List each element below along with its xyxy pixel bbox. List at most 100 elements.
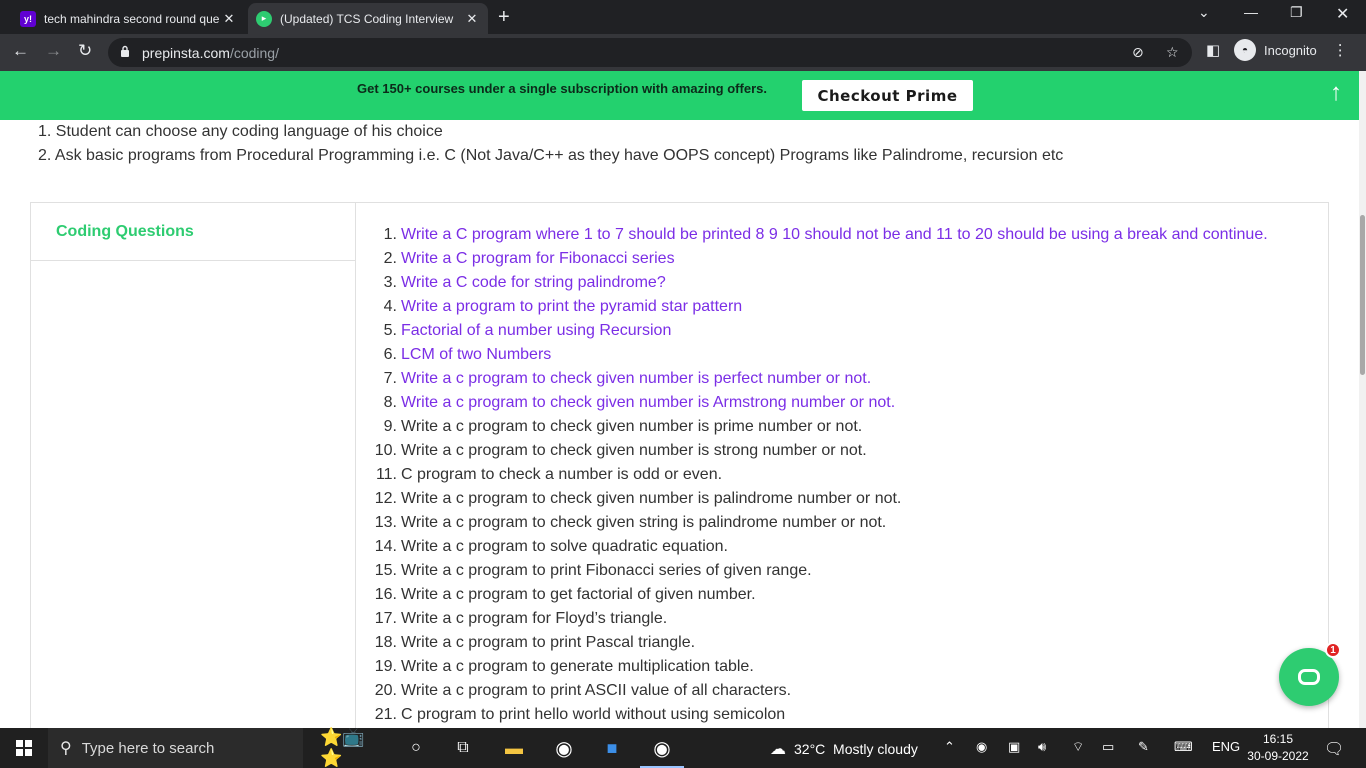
question-item: 13. Write a c program to check given stri… (371, 511, 1268, 535)
question-item[interactable]: 2. Write a C program for Fibonacci series (371, 247, 1268, 271)
window-close-icon[interactable]: ✕ (1336, 4, 1349, 24)
keyboard-icon[interactable]: ⌨ (1174, 739, 1193, 755)
question-number: 6. (383, 346, 397, 363)
question-number: 5. (383, 322, 397, 339)
question-link[interactable]: LCM of two Numbers (401, 343, 551, 367)
question-number: 14. (374, 538, 397, 555)
clock-time: 16:15 (1262, 732, 1294, 746)
new-tab-icon[interactable]: + (498, 6, 510, 29)
menu-kebab-icon[interactable]: ⋮ (1333, 41, 1348, 59)
question-number: 16. (374, 586, 397, 603)
close-tab-icon[interactable]: ✕ (464, 11, 480, 27)
reload-icon[interactable]: ↻ (78, 41, 92, 61)
question-number: 19. (374, 658, 397, 675)
chat-button[interactable]: 1 (1279, 642, 1341, 706)
question-number: 21. (374, 706, 397, 723)
page-scrollbar[interactable] (1359, 71, 1366, 728)
url-text: prepinsta.com/coding/ (142, 45, 279, 61)
divider (355, 261, 356, 728)
task-view-icon[interactable]: ⧉ (453, 737, 473, 759)
question-item[interactable]: 6. LCM of two Numbers (371, 343, 1268, 367)
cortana-icon[interactable]: ○ (406, 737, 426, 759)
lock-icon (121, 45, 129, 57)
question-item: 14. Write a c program to solve quadratic … (371, 535, 1268, 559)
question-text: Write a c program to print ASCII value o… (401, 682, 792, 699)
question-item: 16. Write a c program to get factorial of… (371, 583, 1268, 607)
forward-icon[interactable]: → (45, 41, 62, 61)
scrollbar-thumb[interactable] (1360, 215, 1365, 375)
question-text: Write a c program to generate multiplica… (401, 658, 754, 675)
tab-search-icon[interactable]: ⌄ (1198, 4, 1210, 21)
bookmark-star-icon[interactable]: ☆ (1166, 44, 1179, 61)
clock[interactable]: 16:15 30-09-2022 (1244, 731, 1312, 765)
prepinsta-icon: ▸ (256, 10, 272, 27)
tray-expand-icon[interactable]: ⌃ (944, 739, 955, 755)
question-link[interactable]: Factorial of a number using Recursion (401, 319, 671, 343)
question-number: 3. (383, 274, 397, 291)
question-item: 19. Write a c program to generate multipl… (371, 655, 1268, 679)
question-item[interactable]: 4. Write a program to print the pyramid s… (371, 295, 1268, 319)
question-item[interactable]: 1. Write a C program where 1 to 7 should … (371, 223, 1268, 247)
question-text: Write a c program to check given string … (401, 514, 887, 531)
question-link[interactable]: Write a c program to check given number … (401, 391, 895, 415)
incognito-indicator[interactable]: ◓ Incognito ⋮ (1234, 39, 1348, 61)
taskbar-search[interactable]: ⚲ Type here to search (48, 728, 303, 768)
question-text: C program to check a number is odd or ev… (401, 466, 723, 483)
restore-icon[interactable]: ❐ (1290, 4, 1303, 21)
question-link[interactable]: Write a c program to check given number … (401, 367, 871, 391)
chrome-incognito-icon[interactable]: ◉ (650, 737, 674, 760)
question-link[interactable]: Write a C program where 1 to 7 should be… (401, 223, 1268, 247)
chrome-icon[interactable]: ◉ (552, 737, 576, 760)
question-item[interactable]: 3. Write a C code for string palindrome? (371, 271, 1268, 295)
file-explorer-icon[interactable]: ▬ (502, 737, 526, 759)
eye-slash-icon[interactable]: ⊘ (1132, 44, 1144, 61)
weather-widget[interactable]: ☁ 32°C Mostly cloudy (770, 739, 918, 759)
language-indicator[interactable]: ENG (1212, 739, 1240, 754)
close-tab-icon[interactable]: ✕ (221, 11, 237, 27)
volume-icon[interactable]: 🔊︎ (1038, 739, 1046, 755)
tab-tcs-coding[interactable]: ▸ (Updated) TCS Coding Interview ✕ (248, 3, 488, 34)
address-bar[interactable]: prepinsta.com/coding/ ⊘ ☆ (108, 38, 1192, 67)
question-number: 11. (375, 466, 397, 483)
question-number: 12. (374, 490, 397, 507)
question-number: 17. (374, 610, 397, 627)
pen-icon[interactable]: ✎ (1138, 739, 1149, 755)
incognito-icon: ◓ (1234, 39, 1256, 61)
chat-unread-badge: 1 (1325, 642, 1341, 658)
back-icon[interactable]: ← (12, 41, 29, 61)
question-item[interactable]: 8. Write a c program to check given numbe… (371, 391, 1268, 415)
page-content: 1. Student can choose any coding languag… (0, 120, 1359, 728)
question-item: 17. Write a c program for Floyd’s triangl… (371, 607, 1268, 631)
scroll-top-arrow-icon[interactable]: ↑ (1330, 79, 1342, 107)
question-item[interactable]: 5. Factorial of a number using Recursion (371, 319, 1268, 343)
checkout-prime-button[interactable]: Checkout Prime (802, 80, 973, 111)
wifi-icon[interactable]: ⌔ (1072, 739, 1084, 755)
tab-strip: y! tech mahindra second round que ✕ ▸ (U… (0, 0, 1366, 34)
tab-tech-mahindra[interactable]: y! tech mahindra second round que ✕ (12, 3, 245, 34)
question-number: 20. (374, 682, 397, 699)
windows-start-icon[interactable] (16, 740, 32, 756)
battery-icon[interactable]: ▭ (1102, 739, 1114, 755)
side-panel-icon[interactable]: ◧ (1206, 41, 1220, 59)
questions-sidebar-tab[interactable]: Coding Questions (31, 203, 356, 261)
browser-toolbar: ← → ↻ prepinsta.com/coding/ ⊘ ☆ ◧ (0, 34, 1366, 71)
incognito-label: Incognito (1264, 42, 1317, 58)
weather-text: 32°C Mostly cloudy (794, 741, 918, 757)
question-link[interactable]: Write a C program for Fibonacci series (401, 247, 675, 271)
question-link[interactable]: Write a program to print the pyramid sta… (401, 295, 742, 319)
question-number: 15. (374, 562, 397, 579)
meet-now-icon[interactable]: ▣ (1008, 739, 1020, 755)
record-icon[interactable]: ◉ (976, 739, 987, 755)
question-item: 10. Write a c program to check given numb… (371, 439, 1268, 463)
notification-icon[interactable]: 🗨︎ (1324, 739, 1344, 759)
question-item: 18. Write a c program to print Pascal tri… (371, 631, 1268, 655)
tab-title: tech mahindra second round que (44, 11, 220, 26)
widget-stars-icon[interactable]: ⭐📺⭐ (320, 727, 384, 768)
question-item[interactable]: 7. Write a c program to check given numbe… (371, 367, 1268, 391)
question-text: Write a c program for Floyd’s triangle. (401, 610, 668, 627)
store-icon[interactable]: ■ (600, 737, 624, 759)
intro-list: 1. Student can choose any coding languag… (38, 120, 1063, 168)
question-link[interactable]: Write a C code for string palindrome? (401, 271, 666, 295)
clock-date: 30-09-2022 (1247, 749, 1309, 763)
minimize-icon[interactable]: — (1244, 4, 1258, 20)
